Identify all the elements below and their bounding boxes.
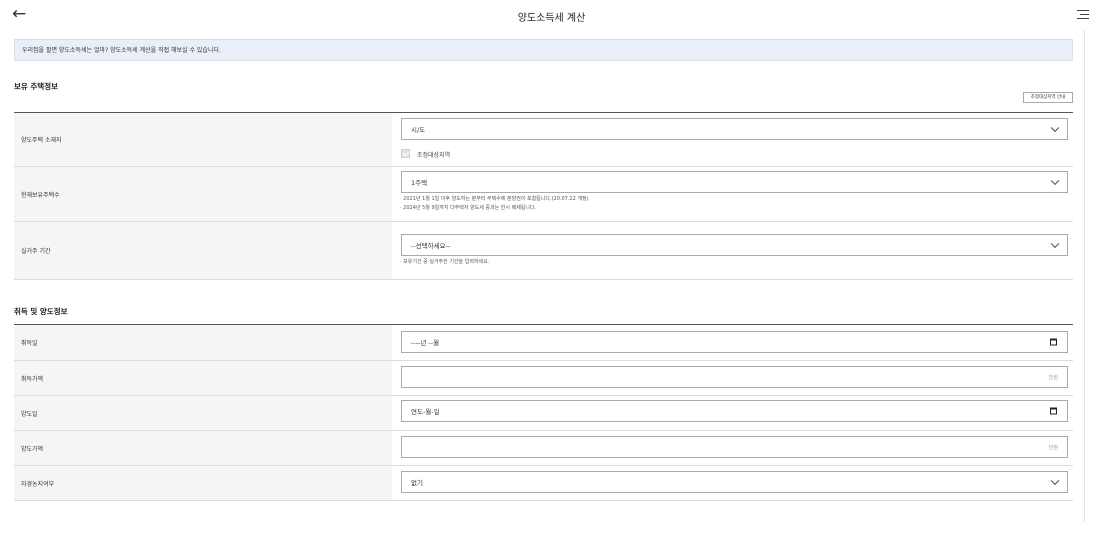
scrollbar[interactable] xyxy=(1084,30,1085,522)
chevron-down-icon xyxy=(1050,176,1060,186)
residence-period-select-value: --선택하세요-- xyxy=(411,242,451,250)
calendar-icon[interactable] xyxy=(1050,338,1057,346)
acquisition-price-input[interactable]: 만원 xyxy=(401,366,1068,388)
acquisition-price-label: 취득가액 xyxy=(14,361,392,395)
house-count-label: 현재보유주택수 xyxy=(14,167,392,221)
acquisition-date-label: 취득일 xyxy=(14,325,392,360)
sale-date-input[interactable]: 연도-월-일 xyxy=(401,400,1068,422)
residence-period-select[interactable]: --선택하세요-- xyxy=(401,234,1068,256)
acquisition-price-unit: 만원 xyxy=(1048,374,1058,381)
sale-price-input[interactable]: 만원 xyxy=(401,436,1068,458)
regulated-area-checkbox[interactable] xyxy=(401,149,410,158)
section-title-holding: 보유 주택정보 xyxy=(14,82,59,91)
hamburger-menu-icon[interactable] xyxy=(1077,10,1089,20)
residence-period-help: · 보유기간 중 실거주한 기간을 입력하세요. xyxy=(400,259,490,265)
notice-banner: 우리집을 팔면 양도소득세는 얼마? 양도소득세 계산을 직접 해보실 수 있습… xyxy=(14,39,1073,61)
regulated-area-guide-button[interactable]: 조정대상지역 안내 xyxy=(1023,92,1073,103)
acquisition-date-value: ----년 --월 xyxy=(411,339,440,347)
self-farming-label: 자경농지여부 xyxy=(14,466,392,500)
location-label: 양도주택 소재지 xyxy=(14,113,392,166)
house-count-help-1: · 2021년 1월 1일 이후 양도하는 분부터 주택수에 분양권이 포함됩니… xyxy=(400,196,589,202)
row-divider xyxy=(14,500,1073,501)
regulated-area-checkbox-label: 조정대상지역 xyxy=(417,152,451,159)
location-select[interactable]: 시/도 xyxy=(401,118,1068,140)
page-title: 양도소득세 계산 xyxy=(517,13,586,24)
section-title-acquisition: 취득 및 양도정보 xyxy=(14,307,68,316)
sale-price-unit: 만원 xyxy=(1048,444,1058,451)
house-count-select-value: 1주택 xyxy=(411,179,428,187)
self-farming-select[interactable]: 없기 xyxy=(401,471,1068,493)
house-count-select[interactable]: 1주택 xyxy=(401,171,1068,193)
top-bar: ← 양도소득세 계산 xyxy=(0,0,1103,30)
self-farming-select-value: 없기 xyxy=(411,479,423,487)
sale-price-label: 양도가액 xyxy=(14,431,392,465)
house-count-help-2: · 2024년 5월 9일까지 다주택자 양도세 중과는 한시 배제됩니다. xyxy=(400,205,537,211)
sale-date-label: 양도일 xyxy=(14,396,392,430)
residence-period-label: 실거주 기간 xyxy=(14,222,392,279)
chevron-down-icon xyxy=(1050,476,1060,486)
sale-date-value: 연도-월-일 xyxy=(411,408,440,416)
calendar-icon[interactable] xyxy=(1050,407,1057,415)
chevron-down-icon xyxy=(1050,123,1060,133)
row-divider xyxy=(14,279,1073,280)
chevron-down-icon xyxy=(1050,239,1060,249)
location-select-value: 시/도 xyxy=(411,126,426,134)
acquisition-date-input[interactable]: ----년 --월 xyxy=(401,331,1068,353)
